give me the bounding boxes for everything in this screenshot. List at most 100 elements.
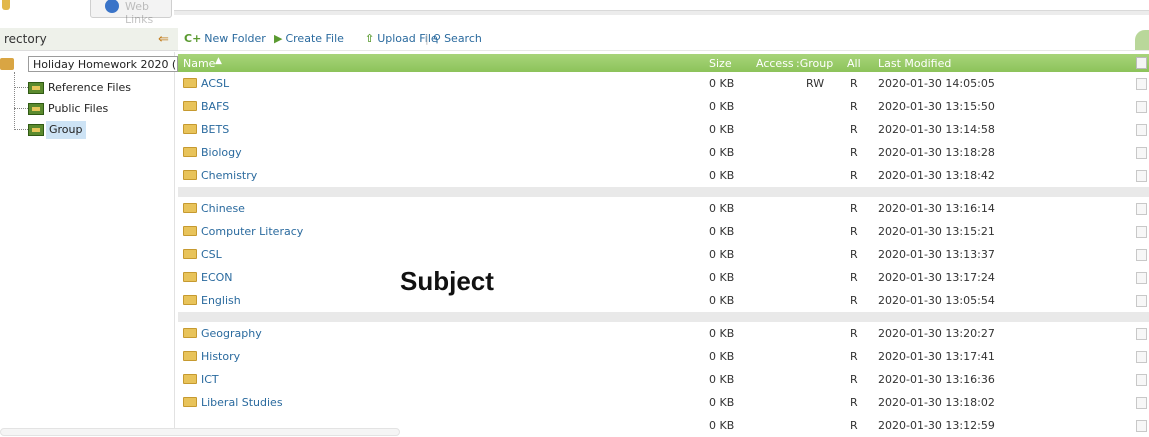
table-row[interactable]: Computer Literacy 0 KB R 2020-01-30 13:15:2… bbox=[178, 220, 1149, 243]
corner-tab bbox=[1135, 30, 1149, 50]
select-all-checkbox[interactable] bbox=[1136, 57, 1147, 69]
search-button[interactable]: ⚲ Search bbox=[433, 32, 482, 45]
group-folder-icon bbox=[28, 103, 44, 115]
column-name[interactable]: Name bbox=[183, 57, 215, 70]
modified-cell: 2020-01-30 13:16:36 bbox=[878, 373, 995, 386]
all-cell: R bbox=[850, 248, 858, 261]
all-cell: R bbox=[850, 123, 858, 136]
folder-name[interactable]: BETS bbox=[201, 123, 229, 136]
folder-icon bbox=[183, 272, 197, 282]
table-row[interactable]: CSL 0 KB R 2020-01-30 13:13:37 bbox=[178, 243, 1149, 266]
folder-icon bbox=[183, 203, 197, 213]
row-checkbox[interactable] bbox=[1136, 249, 1147, 261]
row-checkbox[interactable] bbox=[1136, 147, 1147, 159]
table-row[interactable]: BAFS 0 KB R 2020-01-30 13:15:50 bbox=[178, 95, 1149, 118]
modified-cell: 2020-01-30 13:18:42 bbox=[878, 169, 995, 182]
folder-icon bbox=[183, 374, 197, 384]
table-row[interactable]: Chinese 0 KB R 2020-01-30 13:16:14 bbox=[178, 197, 1149, 220]
row-checkbox[interactable] bbox=[1136, 226, 1147, 238]
all-cell: R bbox=[850, 77, 858, 90]
root-folder-icon bbox=[0, 58, 14, 70]
row-checkbox[interactable] bbox=[1136, 420, 1147, 432]
root-folder-label[interactable]: Holiday Homework 2020 (S bbox=[28, 56, 178, 72]
row-checkbox[interactable] bbox=[1136, 328, 1147, 340]
all-cell: R bbox=[850, 419, 858, 432]
size-cell: 0 KB bbox=[709, 202, 735, 215]
all-cell: R bbox=[850, 271, 858, 284]
folder-name[interactable]: Chemistry bbox=[201, 169, 257, 182]
row-checkbox[interactable] bbox=[1136, 374, 1147, 386]
new-folder-button[interactable]: C+ New Folder bbox=[184, 32, 266, 45]
row-checkbox[interactable] bbox=[1136, 203, 1147, 215]
folder-name[interactable]: Liberal Studies bbox=[201, 396, 283, 409]
table-row[interactable]: English 0 KB R 2020-01-30 13:05:54 bbox=[178, 289, 1149, 312]
table-row[interactable]: ECON 0 KB R 2020-01-30 13:17:24 bbox=[178, 266, 1149, 289]
folder-name[interactable]: CSL bbox=[201, 248, 222, 261]
table-row[interactable]: ICT 0 KB R 2020-01-30 13:16:36 bbox=[178, 368, 1149, 391]
table-row[interactable]: Geography 0 KB R 2020-01-30 13:20:27 bbox=[178, 322, 1149, 345]
folder-icon bbox=[183, 295, 197, 305]
tree-item-label: Reference Files bbox=[48, 81, 132, 94]
folder-name[interactable]: ICT bbox=[201, 373, 219, 386]
row-checkbox[interactable] bbox=[1136, 101, 1147, 113]
folder-name[interactable]: Geography bbox=[201, 327, 262, 340]
folder-name[interactable]: Computer Literacy bbox=[201, 225, 303, 238]
row-checkbox[interactable] bbox=[1136, 78, 1147, 90]
folder-name[interactable]: Biology bbox=[201, 146, 242, 159]
size-cell: 0 KB bbox=[709, 225, 735, 238]
table-row[interactable]: Chemistry 0 KB R 2020-01-30 13:18:42 bbox=[178, 164, 1149, 187]
file-list: ACSL 0 KB RW R 2020-01-30 14:05:05 BAFS 0 KB R… bbox=[178, 72, 1149, 437]
top-divider bbox=[174, 10, 1149, 15]
directory-header: rectory ⇐ bbox=[0, 28, 178, 51]
modified-cell: 2020-01-30 13:18:02 bbox=[878, 396, 995, 409]
size-cell: 0 KB bbox=[709, 123, 735, 136]
size-cell: 0 KB bbox=[709, 100, 735, 113]
all-cell: R bbox=[850, 350, 858, 363]
folder-name[interactable]: ACSL bbox=[201, 77, 229, 90]
folder-name[interactable]: History bbox=[201, 350, 240, 363]
row-checkbox[interactable] bbox=[1136, 295, 1147, 307]
table-row[interactable]: Biology 0 KB R 2020-01-30 13:18:28 bbox=[178, 141, 1149, 164]
column-last-modified[interactable]: Last Modified bbox=[878, 57, 951, 70]
row-checkbox[interactable] bbox=[1136, 170, 1147, 182]
row-checkbox[interactable] bbox=[1136, 397, 1147, 409]
size-cell: 0 KB bbox=[709, 248, 735, 261]
row-checkbox[interactable] bbox=[1136, 351, 1147, 363]
access-cell: RW bbox=[806, 77, 825, 90]
row-checkbox[interactable] bbox=[1136, 124, 1147, 136]
collapse-arrow-icon[interactable]: ⇐ bbox=[158, 32, 169, 47]
column-all[interactable]: All bbox=[847, 57, 861, 70]
folder-name[interactable]: English bbox=[201, 294, 241, 307]
all-cell: R bbox=[850, 225, 858, 238]
folder-icon bbox=[183, 147, 197, 157]
table-row[interactable]: ACSL 0 KB RW R 2020-01-30 14:05:05 bbox=[178, 72, 1149, 95]
modified-cell: 2020-01-30 13:14:58 bbox=[878, 123, 995, 136]
create-file-button[interactable]: ▶ Create File bbox=[274, 32, 344, 45]
table-row[interactable]: BETS 0 KB R 2020-01-30 13:14:58 bbox=[178, 118, 1149, 141]
all-cell: R bbox=[850, 294, 858, 307]
toolbar-separator: | bbox=[425, 32, 429, 45]
column-group[interactable]: :Group bbox=[796, 57, 833, 70]
table-row[interactable]: Liberal Studies 0 KB R 2020-01-30 13:18:02 bbox=[178, 391, 1149, 414]
top-strip: Web Links bbox=[0, 0, 1149, 26]
folder-name[interactable]: BAFS bbox=[201, 100, 229, 113]
tree-item-label: Public Files bbox=[48, 102, 109, 115]
size-cell: 0 KB bbox=[709, 169, 735, 182]
column-access[interactable]: Access bbox=[756, 57, 794, 70]
table-row[interactable]: History 0 KB R 2020-01-30 13:17:41 bbox=[178, 345, 1149, 368]
folder-icon bbox=[183, 124, 197, 134]
modified-cell: 2020-01-30 13:15:50 bbox=[878, 100, 995, 113]
status-bar bbox=[0, 428, 400, 436]
tab-label: Web Links bbox=[125, 0, 154, 26]
row-checkbox[interactable] bbox=[1136, 272, 1147, 284]
directory-tree: Holiday Homework 2020 (S Reference Files… bbox=[0, 52, 178, 436]
folder-icon-fragment bbox=[2, 0, 10, 10]
grid-header: Name ▲ Size Access :Group All Last Modif… bbox=[178, 54, 1149, 72]
folder-icon bbox=[183, 170, 197, 180]
folder-name[interactable]: Chinese bbox=[201, 202, 245, 215]
column-size[interactable]: Size bbox=[709, 57, 732, 70]
folder-icon bbox=[183, 328, 197, 338]
tab-web-links[interactable]: Web Links bbox=[90, 0, 172, 26]
size-cell: 0 KB bbox=[709, 271, 735, 284]
folder-name[interactable]: ECON bbox=[201, 271, 233, 284]
